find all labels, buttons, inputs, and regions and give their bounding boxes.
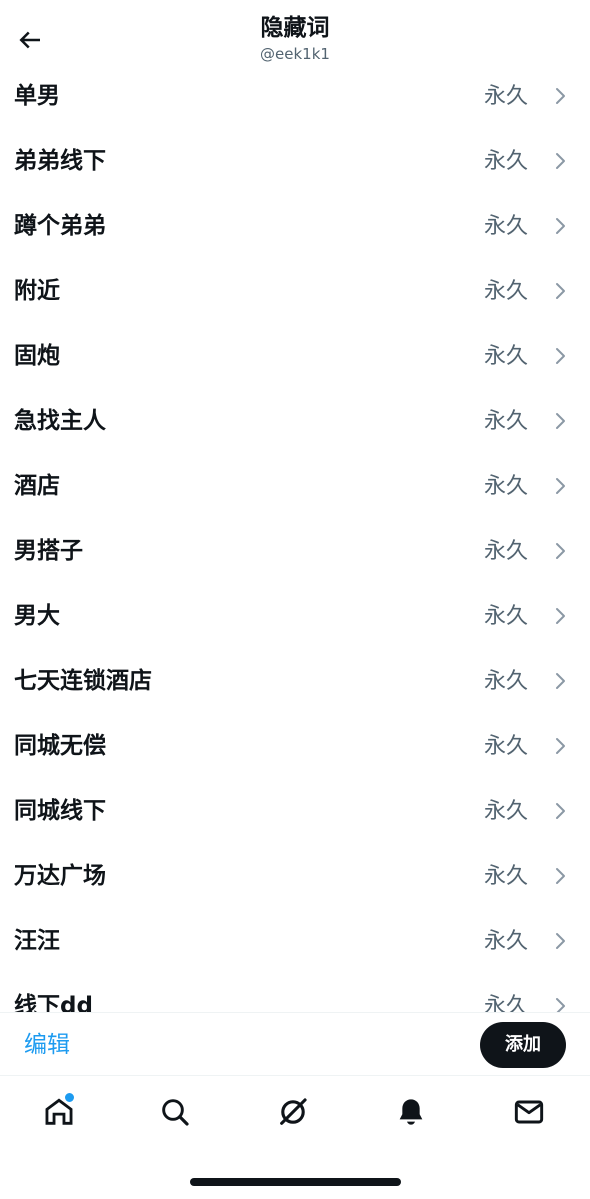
muted-word-label: 七天连锁酒店 (14, 668, 152, 694)
muted-words-screen: 隐藏词 @eek1k1 单男 永久 弟弟线下 永久 蹲个弟弟 永久 附近 永久 … (0, 0, 590, 1199)
muted-word-row[interactable]: 男大 永久 (0, 584, 590, 649)
muted-word-row[interactable]: 固炮 永久 (0, 324, 590, 389)
duration-label: 永久 (483, 864, 528, 889)
tab-grok[interactable] (271, 1090, 315, 1134)
chevron-right-icon (556, 738, 565, 754)
chevron-right-icon (556, 478, 565, 494)
muted-word-row[interactable]: 急找主人 永久 (0, 389, 590, 454)
notification-dot (64, 1092, 75, 1103)
tab-search[interactable] (153, 1090, 197, 1134)
muted-word-label: 线下dd (14, 993, 93, 1012)
duration-label: 永久 (483, 409, 528, 434)
muted-word-row[interactable]: 弟弟线下 永久 (0, 129, 590, 194)
grok-icon (280, 1098, 307, 1125)
tab-bar (0, 1076, 590, 1148)
duration-label: 永久 (483, 734, 528, 759)
muted-word-label: 附近 (14, 278, 60, 304)
duration-label: 永久 (483, 149, 528, 174)
muted-word-row[interactable]: 线下dd 永久 (0, 974, 590, 1012)
duration-label: 永久 (483, 994, 528, 1012)
muted-word-label: 男大 (14, 603, 60, 629)
muted-word-label: 弟弟线下 (14, 148, 106, 174)
duration-label: 永久 (483, 669, 528, 694)
chevron-right-icon (556, 673, 565, 689)
duration-label: 永久 (483, 799, 528, 824)
muted-word-row[interactable]: 单男 永久 (0, 64, 590, 129)
duration-label: 永久 (483, 279, 528, 304)
chevron-right-icon (556, 803, 565, 819)
duration-label: 永久 (483, 214, 528, 239)
search-icon (162, 1099, 189, 1126)
muted-word-row[interactable]: 附近 永久 (0, 259, 590, 324)
muted-word-label: 酒店 (14, 473, 60, 499)
chevron-right-icon (556, 218, 565, 234)
muted-word-label: 男搭子 (14, 538, 83, 564)
duration-label: 永久 (483, 84, 528, 109)
muted-word-label: 蹲个弟弟 (14, 213, 106, 239)
tab-notifications[interactable] (389, 1090, 433, 1134)
bell-icon (399, 1099, 423, 1125)
muted-word-row[interactable]: 万达广场 永久 (0, 844, 590, 909)
title-block: 隐藏词 @eek1k1 (0, 12, 590, 64)
muted-word-label: 汪汪 (14, 928, 60, 954)
duration-label: 永久 (483, 344, 528, 369)
chevron-right-icon (556, 348, 565, 364)
duration-label: 永久 (483, 929, 528, 954)
chevron-right-icon (556, 933, 565, 949)
muted-word-row[interactable]: 酒店 永久 (0, 454, 590, 519)
chevron-right-icon (556, 413, 565, 429)
edit-button[interactable]: 编辑 (24, 1013, 70, 1077)
muted-word-row[interactable]: 汪汪 永久 (0, 909, 590, 974)
muted-words-list: 单男 永久 弟弟线下 永久 蹲个弟弟 永久 附近 永久 固炮 永久 急找主人 永… (0, 64, 590, 1012)
chevron-right-icon (556, 868, 565, 884)
muted-word-row[interactable]: 男搭子 永久 (0, 519, 590, 584)
muted-word-label: 万达广场 (14, 863, 106, 889)
action-bar: 编辑 添加 (0, 1012, 590, 1076)
mail-icon (514, 1100, 544, 1124)
muted-word-row[interactable]: 蹲个弟弟 永久 (0, 194, 590, 259)
chevron-right-icon (556, 153, 565, 169)
muted-word-label: 固炮 (14, 343, 60, 369)
muted-word-row[interactable]: 同城线下 永久 (0, 779, 590, 844)
muted-word-label: 单男 (14, 83, 60, 109)
account-handle: @eek1k1 (260, 45, 330, 63)
chevron-right-icon (556, 543, 565, 559)
chevron-right-icon (556, 608, 565, 624)
duration-label: 永久 (483, 604, 528, 629)
muted-word-row[interactable]: 同城无偿 永久 (0, 714, 590, 779)
duration-label: 永久 (483, 474, 528, 499)
muted-word-row[interactable]: 七天连锁酒店 永久 (0, 649, 590, 714)
tab-home[interactable] (37, 1090, 81, 1134)
tab-messages[interactable] (507, 1090, 551, 1134)
muted-word-label: 同城无偿 (14, 733, 106, 759)
muted-word-label: 急找主人 (14, 408, 106, 434)
add-button[interactable]: 添加 (480, 1022, 566, 1068)
muted-word-label: 同城线下 (14, 798, 106, 824)
duration-label: 永久 (483, 539, 528, 564)
header: 隐藏词 @eek1k1 (0, 0, 590, 72)
chevron-right-icon (556, 283, 565, 299)
home-indicator (190, 1178, 401, 1186)
chevron-right-icon (556, 88, 565, 104)
page-title: 隐藏词 (260, 15, 330, 41)
chevron-right-icon (556, 998, 565, 1012)
